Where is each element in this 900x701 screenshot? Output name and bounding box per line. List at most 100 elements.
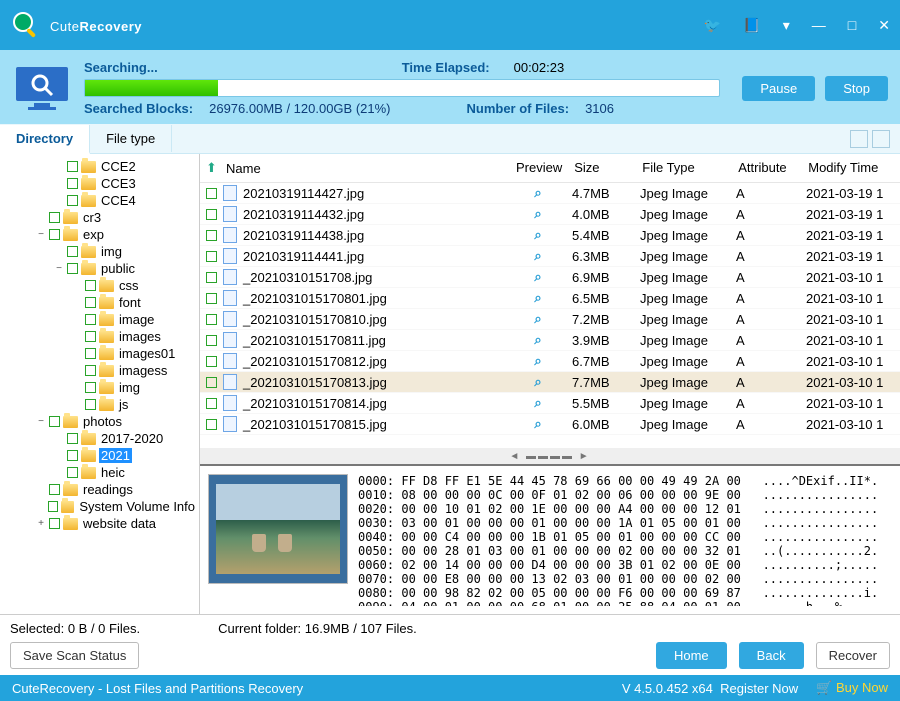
checkbox-icon[interactable] xyxy=(85,365,96,376)
checkbox-icon[interactable] xyxy=(85,382,96,393)
checkbox-icon[interactable] xyxy=(206,230,217,241)
checkbox-icon[interactable] xyxy=(85,280,96,291)
save-scan-button[interactable]: Save Scan Status xyxy=(10,642,139,669)
tab-filetype[interactable]: File type xyxy=(90,125,172,152)
col-modify[interactable]: Modify Time xyxy=(802,158,896,178)
register-link[interactable]: Register Now xyxy=(720,681,798,696)
checkbox-icon[interactable] xyxy=(85,314,96,325)
stop-button[interactable]: Stop xyxy=(825,76,888,101)
tree-item[interactable]: image xyxy=(2,311,197,328)
checkbox-icon[interactable] xyxy=(49,484,60,495)
tree-item[interactable]: System Volume Info xyxy=(2,498,197,515)
checkbox-icon[interactable] xyxy=(85,399,96,410)
home-button[interactable]: Home xyxy=(656,642,727,669)
preview-icon[interactable]: ⌕ xyxy=(534,227,541,242)
checkbox-icon[interactable] xyxy=(67,178,78,189)
col-name[interactable]: Name xyxy=(226,161,261,176)
checkbox-icon[interactable] xyxy=(206,335,217,346)
checkbox-icon[interactable] xyxy=(206,377,217,388)
tree-item[interactable]: img xyxy=(2,379,197,396)
recover-button[interactable]: Recover xyxy=(816,642,890,669)
checkbox-icon[interactable] xyxy=(67,195,78,206)
twitter-icon[interactable]: 🐦 xyxy=(704,17,721,34)
view-grid-icon[interactable] xyxy=(850,130,868,148)
col-preview[interactable]: Preview xyxy=(510,158,568,178)
tree-item[interactable]: −photos xyxy=(2,413,197,430)
checkbox-icon[interactable] xyxy=(206,251,217,262)
checkbox-icon[interactable] xyxy=(67,246,78,257)
checkbox-icon[interactable] xyxy=(85,348,96,359)
preview-icon[interactable]: ⌕ xyxy=(534,290,541,305)
tree-item[interactable]: 2021 xyxy=(2,447,197,464)
directory-tree[interactable]: CCE2CCE3CCE4cr3−expimg−publiccssfontimag… xyxy=(0,154,200,614)
file-row[interactable]: _2021031015170813.jpg⌕7.7MBJpeg ImageA20… xyxy=(200,372,900,393)
checkbox-icon[interactable] xyxy=(67,450,78,461)
checkbox-icon[interactable] xyxy=(206,356,217,367)
checkbox-icon[interactable] xyxy=(49,416,60,427)
tree-item[interactable]: images01 xyxy=(2,345,197,362)
h-scrollbar[interactable]: ◄ ▬▬▬▬ ► xyxy=(200,448,900,464)
checkbox-icon[interactable] xyxy=(49,212,60,223)
checkbox-icon[interactable] xyxy=(206,314,217,325)
checkbox-icon[interactable] xyxy=(67,433,78,444)
file-row[interactable]: _2021031015170811.jpg⌕3.9MBJpeg ImageA20… xyxy=(200,330,900,351)
file-row[interactable]: _2021031015170810.jpg⌕7.2MBJpeg ImageA20… xyxy=(200,309,900,330)
preview-icon[interactable]: ⌕ xyxy=(534,332,541,347)
col-size[interactable]: Size xyxy=(568,158,636,178)
tree-item[interactable]: js xyxy=(2,396,197,413)
tree-item[interactable]: css xyxy=(2,277,197,294)
preview-icon[interactable]: ⌕ xyxy=(534,395,541,410)
minimize-icon[interactable]: — xyxy=(812,17,826,33)
file-row[interactable]: 20210319114441.jpg⌕6.3MBJpeg ImageA2021-… xyxy=(200,246,900,267)
checkbox-icon[interactable] xyxy=(206,419,217,430)
checkbox-icon[interactable] xyxy=(206,398,217,409)
tree-item[interactable]: readings xyxy=(2,481,197,498)
file-table[interactable]: ⬆ Name Preview Size File Type Attribute M… xyxy=(200,154,900,448)
preview-icon[interactable]: ⌕ xyxy=(534,311,541,326)
preview-icon[interactable]: ⌕ xyxy=(534,374,541,389)
tree-item[interactable]: CCE3 xyxy=(2,175,197,192)
tree-item[interactable]: −public xyxy=(2,260,197,277)
tree-item[interactable]: 2017-2020 xyxy=(2,430,197,447)
col-attribute[interactable]: Attribute xyxy=(732,158,802,178)
tree-item[interactable]: imagess xyxy=(2,362,197,379)
file-row[interactable]: 20210319114432.jpg⌕4.0MBJpeg ImageA2021-… xyxy=(200,204,900,225)
checkbox-icon[interactable] xyxy=(206,188,217,199)
dropdown-icon[interactable]: ▾ xyxy=(783,17,790,34)
col-type[interactable]: File Type xyxy=(636,158,732,178)
checkbox-icon[interactable] xyxy=(67,467,78,478)
checkbox-icon[interactable] xyxy=(67,263,78,274)
file-row[interactable]: 20210319114427.jpg⌕4.7MBJpeg ImageA2021-… xyxy=(200,183,900,204)
file-row[interactable]: _2021031015170812.jpg⌕6.7MBJpeg ImageA20… xyxy=(200,351,900,372)
tree-item[interactable]: +website data xyxy=(2,515,197,532)
maximize-icon[interactable]: □ xyxy=(848,17,856,33)
file-row[interactable]: _2021031015170814.jpg⌕5.5MBJpeg ImageA20… xyxy=(200,393,900,414)
checkbox-icon[interactable] xyxy=(85,331,96,342)
tree-item[interactable]: font xyxy=(2,294,197,311)
tree-item[interactable]: img xyxy=(2,243,197,260)
tab-directory[interactable]: Directory xyxy=(0,125,90,154)
checkbox-icon[interactable] xyxy=(85,297,96,308)
facebook-icon[interactable]: 📘 xyxy=(743,17,760,34)
sort-up-icon[interactable]: ⬆ xyxy=(206,160,220,176)
tree-item[interactable]: −exp xyxy=(2,226,197,243)
preview-icon[interactable]: ⌕ xyxy=(534,416,541,431)
tree-item[interactable]: heic xyxy=(2,464,197,481)
checkbox-icon[interactable] xyxy=(206,293,217,304)
tree-item[interactable]: CCE4 xyxy=(2,192,197,209)
back-button[interactable]: Back xyxy=(739,642,804,669)
tree-item[interactable]: CCE2 xyxy=(2,158,197,175)
tree-item[interactable]: cr3 xyxy=(2,209,197,226)
checkbox-icon[interactable] xyxy=(49,518,60,529)
pause-button[interactable]: Pause xyxy=(742,76,815,101)
checkbox-icon[interactable] xyxy=(206,209,217,220)
file-row[interactable]: _2021031015170815.jpg⌕6.0MBJpeg ImageA20… xyxy=(200,414,900,435)
file-row[interactable]: _2021031015170801.jpg⌕6.5MBJpeg ImageA20… xyxy=(200,288,900,309)
preview-icon[interactable]: ⌕ xyxy=(534,248,541,263)
checkbox-icon[interactable] xyxy=(49,229,60,240)
preview-icon[interactable]: ⌕ xyxy=(534,206,541,221)
preview-icon[interactable]: ⌕ xyxy=(534,185,541,200)
buy-link[interactable]: 🛒 Buy Now xyxy=(816,680,888,696)
file-row[interactable]: 20210319114438.jpg⌕5.4MBJpeg ImageA2021-… xyxy=(200,225,900,246)
tree-item[interactable]: images xyxy=(2,328,197,345)
